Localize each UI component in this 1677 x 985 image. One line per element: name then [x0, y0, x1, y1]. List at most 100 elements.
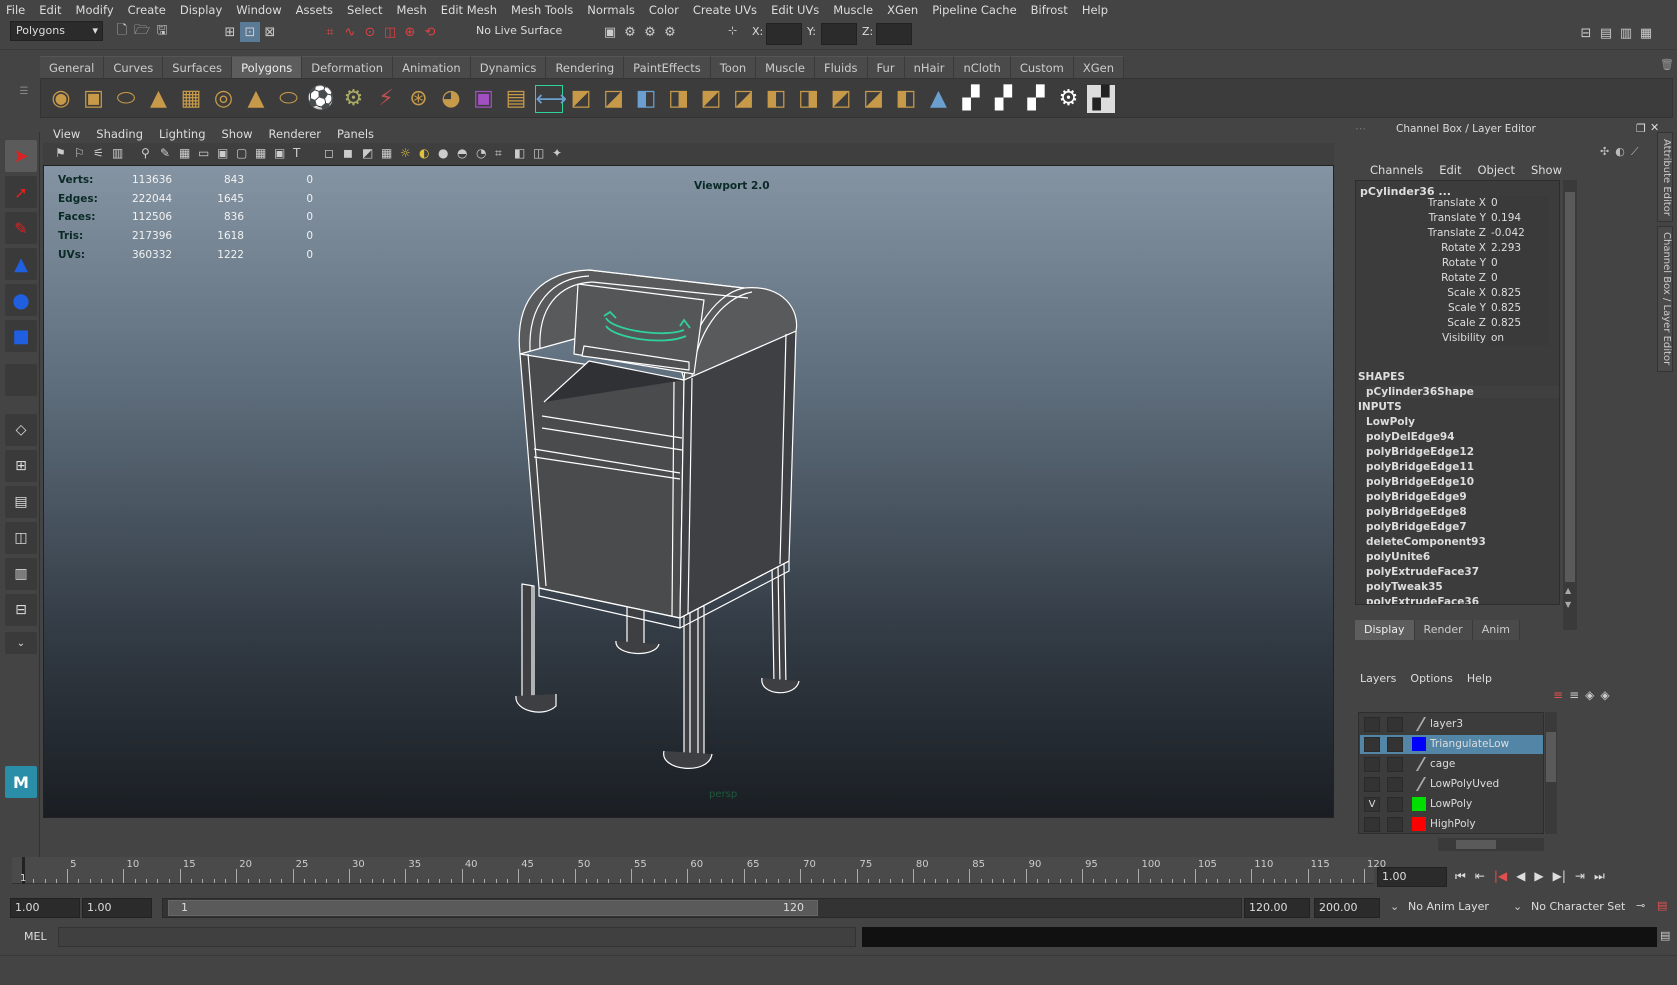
channel-box-menu-item[interactable]: Show	[1531, 163, 1562, 177]
bookmarks-icon[interactable]: ⚟	[93, 146, 104, 160]
go-to-start-icon[interactable]: ⏮	[1455, 869, 1466, 884]
menu-item[interactable]: File	[6, 3, 25, 17]
mailbox-mesh[interactable]	[44, 166, 1334, 818]
shelf-tab[interactable]: Animation	[393, 56, 471, 78]
menu-item[interactable]: Normals	[587, 3, 635, 17]
new-layer-selected-icon[interactable]: ◈	[1600, 688, 1609, 702]
menu-item[interactable]: Mesh	[397, 3, 427, 17]
menu-item[interactable]: Create UVs	[693, 3, 757, 17]
hyperbolic-icon[interactable]: ⟋	[1631, 145, 1639, 159]
chevron-down-icon[interactable]: ⌄	[1390, 900, 1399, 913]
layer-visibility-toggle[interactable]	[1364, 757, 1380, 772]
safe-title-icon[interactable]: T	[293, 146, 300, 160]
smooth-icon[interactable]: ◕	[437, 85, 465, 113]
layer-color-swatch[interactable]	[1412, 817, 1426, 831]
move-layer-down-icon[interactable]: ≡	[1569, 688, 1579, 702]
fill-hole-icon[interactable]: ◪	[600, 85, 628, 113]
layer-name[interactable]: cage	[1430, 758, 1455, 770]
current-frame-field[interactable]: 1.00	[1377, 867, 1447, 887]
shelf-tab[interactable]: Muscle	[756, 56, 815, 78]
safe-action-icon[interactable]: ▣	[274, 146, 285, 160]
shelf-tab[interactable]: nHair	[904, 56, 955, 78]
manipulator-icon[interactable]: ✣	[1600, 145, 1609, 159]
resolution-gate-icon[interactable]: ▣	[217, 146, 228, 160]
script-editor-icon[interactable]: ▤	[1660, 929, 1670, 942]
channel-box-menu-item[interactable]: Object	[1478, 163, 1515, 177]
shelf-tab[interactable]: Fluids	[814, 56, 868, 78]
layer-menu-item[interactable]: Layers	[1360, 672, 1396, 685]
shadows-icon[interactable]: ◐	[419, 146, 429, 160]
select-object-icon[interactable]: ⊡	[240, 22, 260, 42]
soccer-ball-icon[interactable]: ⚽	[307, 85, 335, 113]
film-gate-icon[interactable]: ▭	[198, 146, 209, 160]
motion-blur-icon[interactable]: ◓	[457, 146, 467, 160]
layer-color-swatch[interactable]	[1412, 737, 1426, 751]
layer-editor-tab[interactable]: Anim	[1472, 620, 1520, 640]
layer-visibility-toggle[interactable]	[1364, 737, 1380, 752]
time-slider[interactable]: 5 10 15 20 25 30 35 40 45 50 55 60 65 70 75 80 85 90 95 100…	[12, 857, 1386, 884]
snap-view-plane-icon[interactable]: ◫	[380, 22, 400, 42]
uv-checker-4-icon[interactable]: ⚙	[1055, 85, 1083, 113]
textured-icon[interactable]: ▦	[381, 146, 392, 160]
layer-scrollbar[interactable]	[1545, 712, 1557, 834]
ambient-occlusion-icon[interactable]: ●	[438, 146, 448, 160]
tool-settings-toggle-icon[interactable]: ▥	[1616, 23, 1636, 43]
xray-components-icon[interactable]: ✦	[552, 146, 562, 160]
layer-color-swatch[interactable]	[1415, 757, 1427, 771]
layout-presets-icon[interactable]: ⊟	[5, 594, 37, 626]
scene-start-field[interactable]: 1.00	[10, 898, 80, 918]
select-tool-icon[interactable]: ➤	[5, 140, 37, 172]
z-field[interactable]	[876, 23, 912, 45]
select-hierarchy-icon[interactable]: ⊞	[220, 22, 240, 42]
uv-checker-2-icon[interactable]: ▞	[990, 85, 1018, 113]
bridge-icon[interactable]: ⟷	[534, 85, 567, 113]
menu-item[interactable]: Muscle	[833, 3, 873, 17]
scene-end-field[interactable]: 200.00	[1314, 898, 1380, 918]
shelf-menu-icon[interactable]: ☰	[15, 86, 33, 97]
wireframe-on-shaded-icon[interactable]: ◩	[362, 146, 373, 160]
channel-box-menu-item[interactable]: Channels	[1370, 163, 1423, 177]
shelf-tab[interactable]: nCloth	[954, 56, 1011, 78]
separate-icon[interactable]: ⚡	[372, 85, 400, 113]
xray-joints-icon[interactable]: ◫	[533, 146, 544, 160]
menu-item[interactable]: Assets	[296, 3, 333, 17]
persp-outliner-layout-icon[interactable]: ▤	[5, 486, 37, 518]
new-scene-icon[interactable]: 🗋	[112, 22, 132, 42]
go-to-end-icon[interactable]: ⏭	[1594, 869, 1605, 884]
step-forward-key-icon[interactable]: ⇥	[1575, 869, 1585, 884]
layer-playback-toggle[interactable]	[1387, 717, 1403, 732]
wedge-icon[interactable]: ◪	[860, 85, 888, 113]
layer-playback-toggle[interactable]	[1387, 757, 1403, 772]
menu-item[interactable]: XGen	[887, 3, 918, 17]
select-camera-icon[interactable]: ⚑	[55, 146, 66, 160]
layer-row[interactable]: cage	[1360, 755, 1543, 774]
script-language-label[interactable]: MEL	[24, 930, 47, 943]
layer-name[interactable]: HighPoly	[1430, 818, 1476, 830]
menu-item[interactable]: Help	[1082, 3, 1108, 17]
menu-item[interactable]: Modify	[76, 3, 114, 17]
snap-grid-icon[interactable]: ⌗	[320, 22, 340, 42]
make-live-icon[interactable]: ⊕	[400, 22, 420, 42]
playback-end-field[interactable]: 120.00	[1244, 898, 1310, 918]
y-field[interactable]	[821, 23, 857, 45]
menu-item[interactable]: Bifrost	[1031, 3, 1068, 17]
layer-color-swatch[interactable]	[1415, 717, 1427, 731]
merge-icon[interactable]: ◧	[762, 85, 790, 113]
field-chart-icon[interactable]: ▦	[255, 146, 266, 160]
camera-attributes-icon[interactable]: ⚐	[74, 146, 85, 160]
layer-row[interactable]: LowPolyUved	[1360, 775, 1543, 794]
menu-item[interactable]: Edit UVs	[771, 3, 819, 17]
move-layer-up-icon[interactable]: ≡	[1553, 688, 1563, 702]
shelf-tab[interactable]: PaintEffects	[624, 56, 711, 78]
sphere-icon[interactable]: ◉	[47, 85, 75, 113]
modeling-toolkit-icon[interactable]: ⊟	[1576, 23, 1596, 43]
menu-item[interactable]: Pipeline Cache	[932, 3, 1016, 17]
four-view-layout-icon[interactable]: ⊞	[5, 450, 37, 482]
x-field[interactable]	[766, 23, 802, 45]
rotate-tool-icon[interactable]: ●	[5, 284, 37, 316]
save-scene-icon[interactable]: 🖫	[152, 22, 172, 42]
shelf-trash-icon[interactable]: 🗑	[1660, 58, 1674, 71]
extract-icon[interactable]: ⊛	[405, 85, 433, 113]
shelf-tab[interactable]: Rendering	[546, 56, 625, 78]
select-component-icon[interactable]: ⊠	[260, 22, 280, 42]
